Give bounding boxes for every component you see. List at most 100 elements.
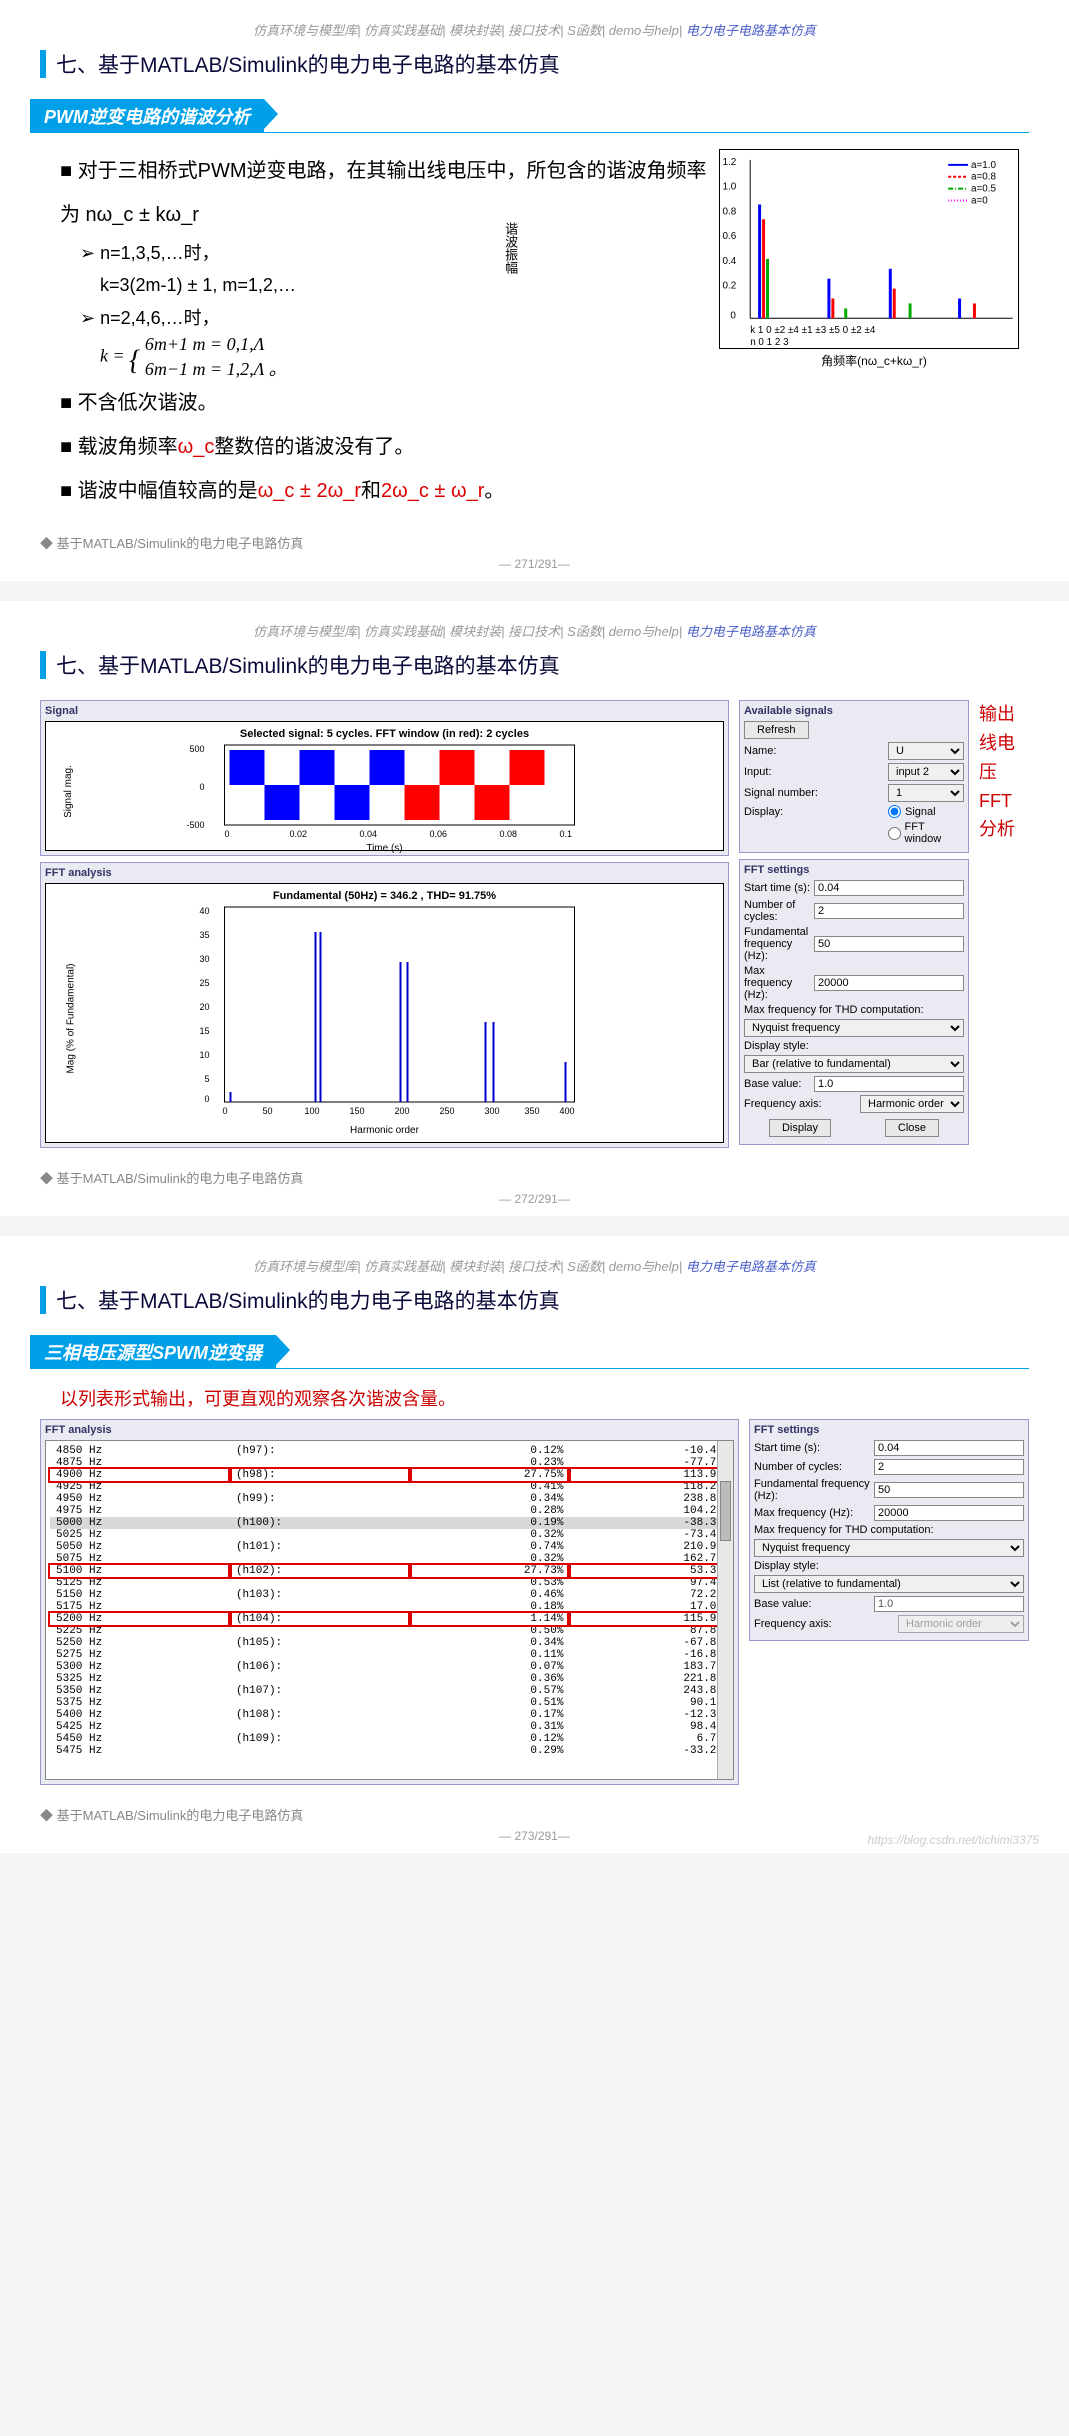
table-row: 5125 Hz0.53%97.4° [50,1577,729,1589]
fft-analysis-panel: FFT analysis Fundamental (50Hz) = 346.2 … [40,862,729,1148]
input-select[interactable]: input 2 [888,763,964,781]
thd-select[interactable]: Nyquist frequency [754,1539,1024,1557]
scrollbar-thumb[interactable] [720,1481,731,1541]
svg-text:0.04: 0.04 [360,829,378,839]
svg-text:a=0.5: a=0.5 [971,184,996,195]
table-row: 5100 Hz(h102):27.73%53.3° [50,1565,729,1577]
table-row: 5200 Hz(h104):1.14%115.9° [50,1613,729,1625]
svg-text:50: 50 [263,1106,273,1116]
fft-analysis-list-panel: FFT analysis 4850 Hz(h97):0.12%-10.4°487… [40,1419,739,1785]
table-row: 4875 Hz0.23%-77.7° [50,1457,729,1469]
table-row: 4850 Hz(h97):0.12%-10.4° [50,1445,729,1457]
table-row: 5425 Hz0.31%98.4° [50,1721,729,1733]
svg-text:20: 20 [200,1002,210,1012]
sub-bullet-2: n=2,4,6,…时， [80,302,709,334]
base-value-input[interactable] [814,1076,964,1092]
svg-text:350: 350 [525,1106,540,1116]
section-title: 七、基于MATLAB/Simulink的电力电子电路的基本仿真 [40,650,1029,680]
svg-text:150: 150 [350,1106,365,1116]
bullet-3: 载波角频率ω_c整数倍的谐波没有了。 [60,425,709,469]
svg-text:25: 25 [200,978,210,988]
table-row: 5275 Hz0.11%-16.8° [50,1649,729,1661]
num-cycles-input[interactable] [814,903,964,919]
display-style-select[interactable]: List (relative to fundamental) [754,1575,1024,1593]
table-row: 5075 Hz0.32%162.7° [50,1553,729,1565]
page-no: — 271/291— [40,557,1029,571]
sub-banner: PWM逆变电路的谐波分析 [30,99,264,133]
svg-text:0.6: 0.6 [722,231,736,242]
sub-bullet-1: n=1,3,5,…时， k=3(2m-1) ± 1, m=1,2,… [80,237,709,302]
table-row: 5350 Hz(h107):0.57%243.8° [50,1685,729,1697]
table-row: 5225 Hz0.50%87.8° [50,1625,729,1637]
table-row: 5450 Hz(h109):0.12%6.7° [50,1733,729,1745]
freq-axis-select[interactable]: Harmonic order [860,1095,964,1113]
svg-text:40: 40 [200,906,210,916]
annotation-text: 输出 线电 压 FFT 分析 [979,700,1029,1148]
table-row: 5400 Hz(h108):0.17%-12.3° [50,1709,729,1721]
footer: 基于MATLAB/Simulink的电力电子电路仿真 [40,533,1029,552]
svg-text:0.06: 0.06 [430,829,448,839]
signum-select[interactable]: 1 [888,784,964,802]
watermark: https://blog.csdn.net/tichimi3375 [868,1833,1039,1847]
nav-grey: 仿真环境与模型库| 仿真实践基础| 模块封装| 接口技术| S函数| demo与… [253,23,682,38]
formula-k: k = { 6m+1 m = 0,1,Λ 6m−1 m = 1,2,Λ 。 [100,334,709,381]
available-signals-panel: Available signals Refresh Name:U Input:i… [739,700,969,853]
svg-text:400: 400 [560,1106,575,1116]
top-nav: 仿真环境与模型库| 仿真实践基础| 模块封装| 接口技术| S函数| demo与… [40,1256,1029,1275]
svg-text:0.02: 0.02 [290,829,308,839]
intro-text: 以列表形式输出，可更直观的观察各次谐波含量。 [60,1385,1029,1411]
table-row: 5050 Hz(h101):0.74%210.9° [50,1541,729,1553]
refresh-button[interactable]: Refresh [744,721,809,739]
signal-panel: Signal Selected signal: 5 cycles. FFT wi… [40,700,729,856]
y-axis: 1.2 1.0 0.8 0.6 0.4 0.2 0 [722,157,750,321]
svg-text:k 1 0 ±2 ±4 ±1 ±3 ±: k 1 0 ±2 ±4 ±1 ±3 ±5 0 ±2 ±4 [750,325,876,336]
close-button[interactable]: Close [885,1119,939,1137]
svg-text:a=1.0: a=1.0 [971,160,996,171]
max-freq-input[interactable] [874,1505,1024,1521]
bullet-4: 谐波中幅值较高的是ω_c ± 2ω_r和2ω_c ± ω_r。 [60,469,709,513]
table-row: 5025 Hz0.32%-73.4° [50,1529,729,1541]
num-cycles-input[interactable] [874,1459,1024,1475]
svg-text:0: 0 [223,1106,228,1116]
harmonic-list[interactable]: 4850 Hz(h97):0.12%-10.4°4875 Hz0.23%-77.… [45,1440,734,1780]
top-nav: 仿真环境与模型库| 仿真实践基础| 模块封装| 接口技术| S函数| demo与… [40,20,1029,39]
display-button[interactable]: Display [769,1119,831,1137]
fund-freq-input[interactable] [874,1482,1024,1498]
chart-xlabel: 角频率(nω_c+kω_r) [821,354,927,368]
name-select[interactable]: U [888,742,964,760]
fft-settings-panel-3: FFT settings Start time (s): Number of c… [749,1419,1029,1641]
table-row: 5000 Hz(h100):0.19%-38.3° [50,1517,729,1529]
svg-text:a=0: a=0 [971,195,988,206]
start-time-input[interactable] [874,1440,1024,1456]
thd-select[interactable]: Nyquist frequency [744,1019,964,1037]
slide-273: 仿真环境与模型库| 仿真实践基础| 模块封装| 接口技术| S函数| demo与… [0,1236,1069,1853]
display-style-select[interactable]: Bar (relative to fundamental) [744,1055,964,1073]
slide-272: 仿真环境与模型库| 仿真实践基础| 模块封装| 接口技术| S函数| demo与… [0,601,1069,1216]
footer: 基于MATLAB/Simulink的电力电子电路仿真 [40,1168,1029,1187]
section-title: 七、基于MATLAB/Simulink的电力电子电路的基本仿真 [40,1285,1029,1315]
svg-text:0.1: 0.1 [560,829,573,839]
chart-ylabel: 谐波振幅 [501,222,520,274]
radio-fft[interactable] [888,827,901,840]
fund-freq-input[interactable] [814,936,964,952]
svg-text:0.2: 0.2 [722,281,736,292]
table-row: 4950 Hz(h99):0.34%238.8° [50,1493,729,1505]
svg-text:0.8: 0.8 [722,206,736,217]
svg-text:200: 200 [395,1106,410,1116]
section-title: 七、基于MATLAB/Simulink的电力电子电路的基本仿真 [40,49,1029,79]
bullet-2: 不含低次谐波。 [60,381,709,425]
max-freq-input[interactable] [814,975,964,991]
top-nav: 仿真环境与模型库| 仿真实践基础| 模块封装| 接口技术| S函数| demo与… [40,621,1029,640]
svg-text:30: 30 [200,954,210,964]
table-row: 5175 Hz0.18%17.0° [50,1601,729,1613]
radio-signal[interactable] [888,805,901,818]
signal-plot: Selected signal: 5 cycles. FFT window (i… [45,721,724,851]
harmonic-table: 4850 Hz(h97):0.12%-10.4°4875 Hz0.23%-77.… [50,1445,729,1757]
table-row: 4925 Hz0.41%118.2° [50,1481,729,1493]
freq-axis-select: Harmonic order [898,1615,1024,1633]
table-row: 5475 Hz0.29%-33.2° [50,1745,729,1757]
table-row: 5300 Hz(h106):0.07%183.7° [50,1661,729,1673]
svg-text:500: 500 [190,744,205,754]
scrollbar[interactable] [717,1441,733,1779]
start-time-input[interactable] [814,880,964,896]
